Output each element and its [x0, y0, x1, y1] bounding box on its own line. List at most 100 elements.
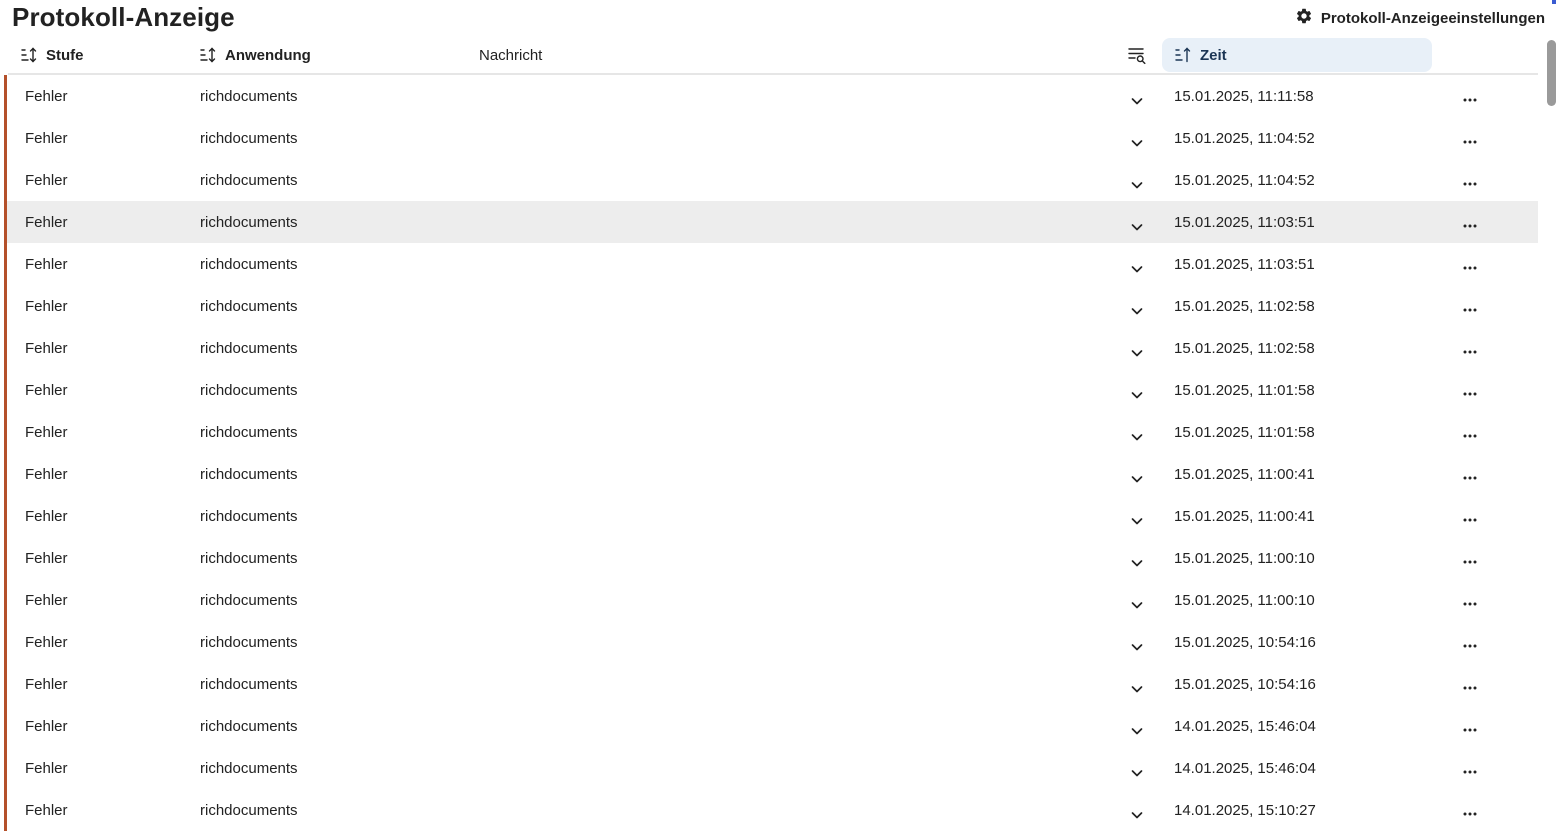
table-row[interactable]: Fehler richdocuments 15.01.2025, 11:11:5… [4, 75, 1538, 117]
more-horizontal-icon [1463, 644, 1477, 648]
expand-message-button[interactable] [1127, 470, 1147, 488]
expand-message-button[interactable] [1127, 92, 1147, 110]
more-horizontal-icon [1463, 266, 1477, 270]
expand-message-button[interactable] [1127, 344, 1147, 362]
log-app: richdocuments [200, 424, 298, 441]
log-app: richdocuments [200, 634, 298, 651]
more-horizontal-icon [1463, 434, 1477, 438]
log-time: 14.01.2025, 15:10:27 [1174, 802, 1316, 819]
scrollbar-thumb[interactable] [1547, 40, 1556, 106]
log-settings-button[interactable]: Protokoll-Anzeigeeinstellungen [1295, 8, 1545, 28]
row-actions-button[interactable] [1459, 135, 1481, 149]
expand-message-button[interactable] [1127, 218, 1147, 236]
log-time: 15.01.2025, 11:04:52 [1174, 130, 1315, 147]
table-row[interactable]: Fehler richdocuments 14.01.2025, 15:10:2… [4, 789, 1538, 831]
table-row[interactable]: Fehler richdocuments 14.01.2025, 15:46:0… [4, 705, 1538, 747]
table-row[interactable]: Fehler richdocuments 15.01.2025, 11:00:4… [4, 453, 1538, 495]
more-horizontal-icon [1463, 98, 1477, 102]
more-horizontal-icon [1463, 602, 1477, 606]
log-app: richdocuments [200, 130, 298, 147]
more-horizontal-icon [1463, 812, 1477, 816]
log-app: richdocuments [200, 382, 298, 399]
table-row[interactable]: Fehler richdocuments 15.01.2025, 11:01:5… [4, 369, 1538, 411]
more-horizontal-icon [1463, 140, 1477, 144]
table-row[interactable]: Fehler richdocuments 15.01.2025, 11:02:5… [4, 285, 1538, 327]
log-level: Fehler [25, 466, 68, 483]
chevron-down-icon [1131, 140, 1143, 147]
log-app: richdocuments [200, 340, 298, 357]
expand-message-button[interactable] [1127, 260, 1147, 278]
row-actions-button[interactable] [1459, 723, 1481, 737]
message-filter-button[interactable] [1126, 38, 1148, 72]
log-app: richdocuments [200, 550, 298, 567]
table-row[interactable]: Fehler richdocuments 15.01.2025, 11:02:5… [4, 327, 1538, 369]
expand-message-button[interactable] [1127, 806, 1147, 824]
log-app: richdocuments [200, 88, 298, 105]
log-app: richdocuments [200, 256, 298, 273]
table-row[interactable]: Fehler richdocuments 15.01.2025, 11:04:5… [4, 159, 1538, 201]
expand-message-button[interactable] [1127, 428, 1147, 446]
log-level: Fehler [25, 88, 68, 105]
row-actions-button[interactable] [1459, 93, 1481, 107]
table-row[interactable]: Fehler richdocuments 15.01.2025, 11:00:1… [4, 537, 1538, 579]
expand-message-button[interactable] [1127, 596, 1147, 614]
log-level: Fehler [25, 424, 68, 441]
table-row[interactable]: Fehler richdocuments 15.01.2025, 10:54:1… [4, 621, 1538, 663]
expand-message-button[interactable] [1127, 134, 1147, 152]
chevron-down-icon [1131, 812, 1143, 819]
log-time: 15.01.2025, 11:01:58 [1174, 424, 1315, 441]
row-actions-button[interactable] [1459, 555, 1481, 569]
expand-message-button[interactable] [1127, 680, 1147, 698]
row-actions-button[interactable] [1459, 345, 1481, 359]
expand-message-button[interactable] [1127, 638, 1147, 656]
table-header: Stufe Anwendung Nachricht Zeit [8, 38, 1538, 75]
column-header-app[interactable]: Anwendung [199, 38, 311, 72]
row-actions-button[interactable] [1459, 471, 1481, 485]
row-actions-button[interactable] [1459, 387, 1481, 401]
log-time: 15.01.2025, 11:11:58 [1174, 88, 1314, 105]
chevron-down-icon [1131, 392, 1143, 399]
table-row[interactable]: Fehler richdocuments 15.01.2025, 11:00:1… [4, 579, 1538, 621]
log-time: 15.01.2025, 11:00:41 [1174, 508, 1315, 525]
log-time: 15.01.2025, 11:03:51 [1174, 256, 1315, 273]
log-app: richdocuments [200, 592, 298, 609]
log-app: richdocuments [200, 676, 298, 693]
table-row[interactable]: Fehler richdocuments 15.01.2025, 11:01:5… [4, 411, 1538, 453]
more-horizontal-icon [1463, 476, 1477, 480]
more-horizontal-icon [1463, 350, 1477, 354]
more-horizontal-icon [1463, 560, 1477, 564]
expand-message-button[interactable] [1127, 554, 1147, 572]
row-actions-button[interactable] [1459, 639, 1481, 653]
row-actions-button[interactable] [1459, 681, 1481, 695]
row-actions-button[interactable] [1459, 513, 1481, 527]
log-time: 14.01.2025, 15:46:04 [1174, 718, 1316, 735]
row-actions-button[interactable] [1459, 177, 1481, 191]
more-horizontal-icon [1463, 392, 1477, 396]
expand-message-button[interactable] [1127, 302, 1147, 320]
table-row[interactable]: Fehler richdocuments 15.01.2025, 10:54:1… [4, 663, 1538, 705]
row-actions-button[interactable] [1459, 765, 1481, 779]
expand-message-button[interactable] [1127, 386, 1147, 404]
table-row[interactable]: Fehler richdocuments 15.01.2025, 11:04:5… [4, 117, 1538, 159]
row-actions-button[interactable] [1459, 261, 1481, 275]
column-header-app-label: Anwendung [225, 46, 311, 64]
expand-message-button[interactable] [1127, 176, 1147, 194]
expand-message-button[interactable] [1127, 722, 1147, 740]
expand-message-button[interactable] [1127, 764, 1147, 782]
table-row[interactable]: Fehler richdocuments 15.01.2025, 11:00:4… [4, 495, 1538, 537]
column-header-level[interactable]: Stufe [20, 38, 84, 72]
row-actions-button[interactable] [1459, 303, 1481, 317]
row-actions-button[interactable] [1459, 429, 1481, 443]
table-row[interactable]: Fehler richdocuments 14.01.2025, 15:46:0… [4, 747, 1538, 789]
column-header-time[interactable]: Zeit [1162, 38, 1432, 72]
row-actions-button[interactable] [1459, 807, 1481, 821]
log-app: richdocuments [200, 718, 298, 735]
log-level: Fehler [25, 508, 68, 525]
expand-message-button[interactable] [1127, 512, 1147, 530]
row-actions-button[interactable] [1459, 219, 1481, 233]
log-level: Fehler [25, 550, 68, 567]
table-row[interactable]: Fehler richdocuments 15.01.2025, 11:03:5… [4, 243, 1538, 285]
more-horizontal-icon [1463, 770, 1477, 774]
row-actions-button[interactable] [1459, 597, 1481, 611]
table-row[interactable]: Fehler richdocuments 15.01.2025, 11:03:5… [4, 201, 1538, 243]
